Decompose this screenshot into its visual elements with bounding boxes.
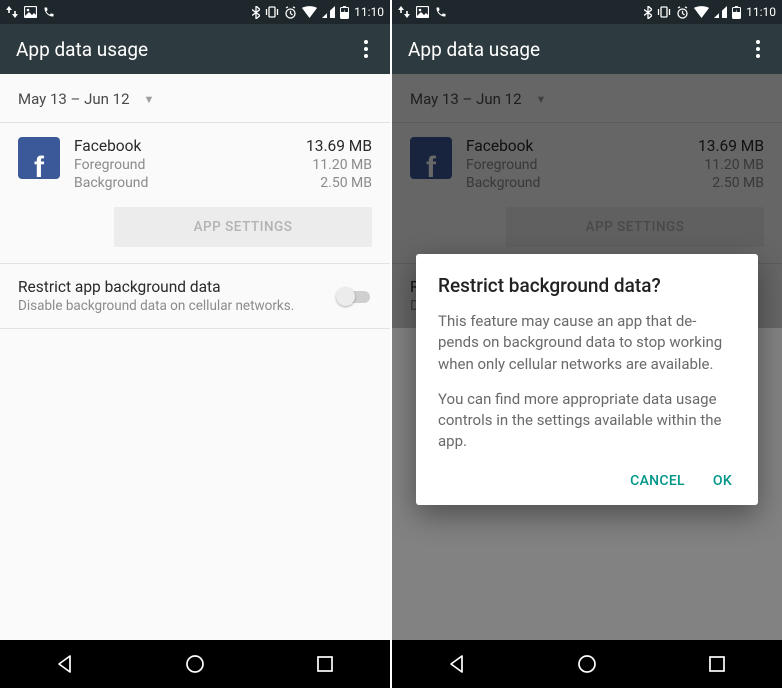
battery-charging-icon — [340, 6, 349, 19]
foreground-label: Foreground — [74, 157, 145, 173]
app-settings-button[interactable]: APP SETTINGS — [114, 207, 372, 247]
vibrate-icon — [265, 6, 279, 18]
background-label: Background — [74, 175, 148, 191]
navigation-bar — [0, 640, 390, 688]
nav-back-button[interactable] — [444, 651, 470, 677]
nav-recents-button[interactable] — [312, 651, 338, 677]
app-bar: App data usage — [0, 24, 390, 74]
phone-right: 11:10 App data usage May 13 – Jun 12 ▼ f… — [392, 0, 782, 688]
network-activity-icon — [398, 6, 410, 18]
page-title: App data usage — [408, 38, 540, 61]
status-bar: 11:10 — [0, 0, 390, 24]
nav-home-button[interactable] — [182, 651, 208, 677]
nav-home-button[interactable] — [574, 651, 600, 677]
restrict-subtitle: Disable background data on cellular netw… — [18, 298, 294, 314]
app-bar: App data usage — [392, 24, 782, 74]
foreground-value: 11.20 MB — [312, 157, 372, 173]
status-time: 11:10 — [746, 5, 776, 19]
phone-icon — [435, 6, 447, 18]
alarm-icon — [676, 6, 689, 19]
nav-recents-button[interactable] — [704, 651, 730, 677]
wifi-icon — [302, 6, 317, 18]
restrict-background-row[interactable]: Restrict app background data Disable bac… — [0, 264, 390, 328]
dialog-body-1: This feature may cause an app that de-pe… — [438, 311, 736, 375]
app-usage-row: f Facebook 13.69 MB Foreground 11.20 MB … — [0, 123, 390, 201]
phone-icon — [43, 6, 55, 18]
alarm-icon — [284, 6, 297, 19]
chevron-down-icon: ▼ — [144, 93, 155, 106]
background-value: 2.50 MB — [320, 175, 372, 191]
content-area: May 13 – Jun 12 ▼ f Facebook 13.69 MB Fo… — [0, 74, 390, 640]
overflow-menu-button[interactable] — [354, 37, 378, 61]
app-name: Facebook — [74, 137, 141, 155]
bluetooth-icon — [644, 6, 652, 19]
navigation-bar — [392, 640, 782, 688]
overflow-menu-button[interactable] — [746, 37, 770, 61]
dialog-cancel-button[interactable]: CANCEL — [630, 473, 685, 489]
picture-icon — [24, 6, 37, 18]
cell-signal-icon — [714, 6, 727, 18]
battery-charging-icon — [732, 6, 741, 19]
picture-icon — [416, 6, 429, 18]
date-range-selector[interactable]: May 13 – Jun 12 ▼ — [0, 74, 390, 122]
dialog-title: Restrict background data? — [438, 274, 736, 297]
app-total-usage: 13.69 MB — [306, 137, 372, 155]
status-bar: 11:10 — [392, 0, 782, 24]
facebook-app-icon: f — [18, 137, 60, 179]
wifi-icon — [694, 6, 709, 18]
date-range-label: May 13 – Jun 12 — [18, 90, 130, 108]
restrict-toggle[interactable] — [336, 286, 372, 306]
dialog-body-2: You can find more appropriate data usage… — [438, 389, 736, 453]
restrict-title: Restrict app background data — [18, 278, 294, 296]
nav-back-button[interactable] — [52, 651, 78, 677]
divider — [0, 328, 390, 329]
status-time: 11:10 — [354, 5, 384, 19]
dialog-ok-button[interactable]: OK — [713, 473, 732, 489]
restrict-dialog: Restrict background data? This feature m… — [416, 254, 758, 505]
vibrate-icon — [657, 6, 671, 18]
page-title: App data usage — [16, 38, 148, 61]
network-activity-icon — [6, 6, 18, 18]
bluetooth-icon — [252, 6, 260, 19]
cell-signal-icon — [322, 6, 335, 18]
phone-left: 11:10 App data usage May 13 – Jun 12 ▼ f… — [0, 0, 390, 688]
